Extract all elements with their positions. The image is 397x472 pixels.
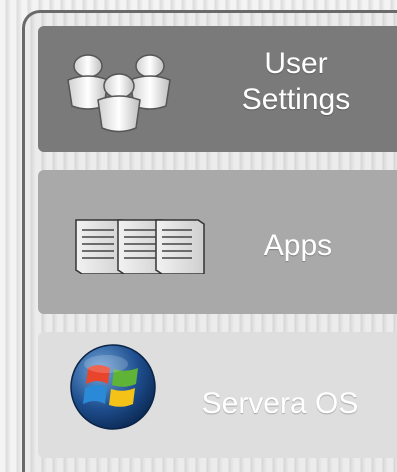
documents-icon xyxy=(74,216,206,279)
user-settings-label: User Settings xyxy=(206,46,386,118)
os-label: Servera OS xyxy=(201,387,359,420)
user-settings-label-line2: Settings xyxy=(241,83,351,116)
windows-logo-icon xyxy=(68,342,158,437)
apps-label: Apps xyxy=(263,229,333,262)
layer-os: Servera OS xyxy=(38,332,397,458)
user-settings-label-line1: User xyxy=(264,47,328,80)
layer-user-settings: User Settings xyxy=(38,26,397,152)
users-icon xyxy=(64,40,174,141)
layer-apps: Apps xyxy=(38,170,397,314)
